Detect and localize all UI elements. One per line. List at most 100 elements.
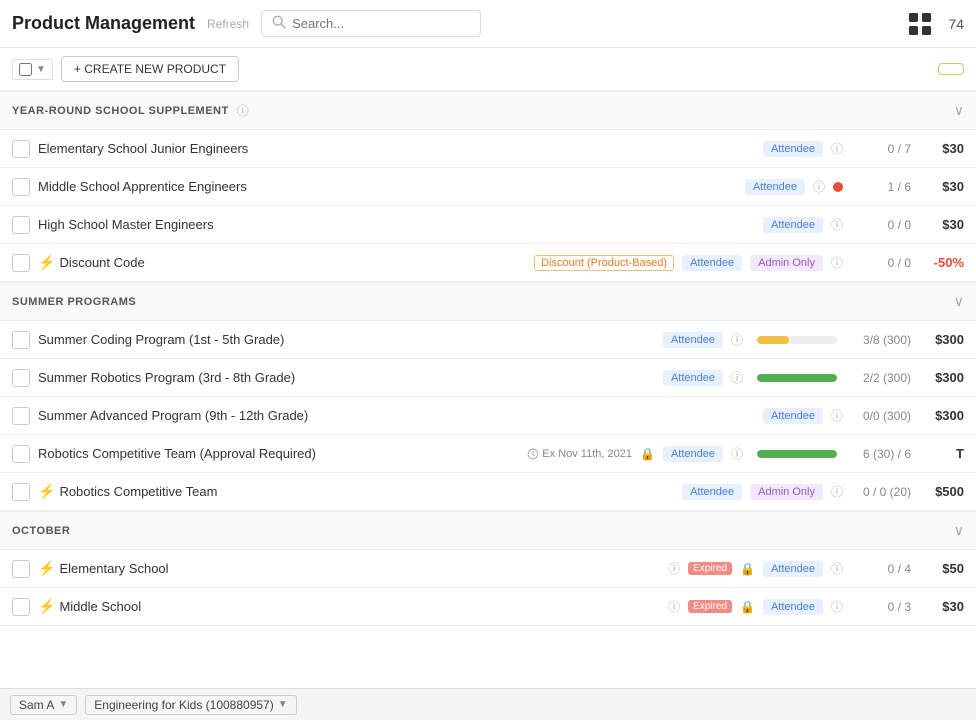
row-checkbox[interactable] — [12, 407, 30, 425]
product-row: High School Master Engineers Attendee ⓘ … — [0, 206, 976, 244]
capacity: 0 / 0 — [851, 256, 911, 270]
section-title: OCTOBER — [12, 525, 70, 537]
price: $300 — [919, 370, 964, 385]
product-name: Middle School Apprentice Engineers — [38, 179, 745, 194]
info-icon[interactable]: ⓘ — [831, 140, 843, 157]
info-icon[interactable]: ⓘ — [831, 598, 843, 615]
row-right: Attendee ⓘ 0 / 7 $30 — [763, 140, 964, 157]
row-right: Ex Nov 11th, 2021 🔒 Attendee ⓘ 6 (30) / … — [527, 445, 964, 462]
info-icon[interactable]: ⓘ — [813, 178, 825, 195]
user-name: Sam A — [19, 698, 54, 712]
row-checkbox[interactable] — [12, 216, 30, 234]
row-left: ⚡ Discount Code — [12, 254, 534, 272]
badge-attendee: Attendee — [682, 255, 742, 271]
row-checkbox[interactable] — [12, 254, 30, 272]
product-row: Summer Advanced Program (9th - 12th Grad… — [0, 397, 976, 435]
tools-button[interactable] — [938, 63, 964, 75]
notification-count: 74 — [948, 16, 964, 32]
badge-attendee: Attendee — [663, 446, 723, 462]
row-checkbox[interactable] — [12, 598, 30, 616]
price: $30 — [919, 599, 964, 614]
row-left: Middle School Apprentice Engineers — [12, 178, 745, 196]
info-icon[interactable]: ⓘ — [831, 483, 843, 500]
clock-icon — [527, 448, 539, 460]
select-all-checkbox[interactable]: ▼ — [12, 59, 53, 80]
row-checkbox[interactable] — [12, 445, 30, 463]
price: $30 — [919, 141, 964, 156]
row-right: Attendee ⓘ 3/8 (300) $300 — [663, 331, 964, 348]
row-checkbox[interactable] — [12, 369, 30, 387]
info-icon[interactable]: ⓘ — [831, 560, 843, 577]
row-checkbox[interactable] — [12, 331, 30, 349]
chevron-down-icon: ▼ — [36, 64, 46, 75]
product-name: Robotics Competitive Team (Approval Requ… — [38, 446, 527, 461]
badge-admin-only: Admin Only — [750, 255, 823, 271]
row-left: Robotics Competitive Team (Approval Requ… — [12, 445, 527, 463]
create-product-button[interactable]: + CREATE NEW PRODUCT — [61, 56, 239, 82]
chevron-down-icon: ▼ — [58, 699, 68, 710]
info-icon[interactable]: ⓘ — [831, 254, 843, 271]
price: T — [919, 446, 964, 461]
refresh-button[interactable]: Refresh — [207, 17, 249, 31]
product-row: Middle School Apprentice Engineers Atten… — [0, 168, 976, 206]
section-title: SUMMER PROGRAMS — [12, 296, 136, 308]
row-left: ⚡ Robotics Competitive Team — [12, 483, 682, 501]
page-title: Product Management — [12, 13, 195, 34]
product-row: ⚡ Discount Code Discount (Product-Based)… — [0, 244, 976, 282]
expire-date: Ex Nov 11th, 2021 — [527, 448, 632, 460]
info-icon[interactable]: ⓘ — [831, 407, 843, 424]
product-name: Discount Code — [59, 255, 534, 270]
lightning-icon: ⚡ — [38, 598, 55, 615]
lock-icon: 🔒 — [640, 447, 655, 461]
info-icon[interactable]: ⓘ — [668, 560, 680, 577]
checkbox-input[interactable] — [19, 63, 32, 76]
info-icon[interactable]: ⓘ — [731, 331, 743, 348]
badge-attendee: Attendee — [663, 332, 723, 348]
capacity: 0 / 3 — [851, 600, 911, 614]
section-summer-programs[interactable]: SUMMER PROGRAMS ∨ — [0, 282, 976, 321]
search-icon — [272, 15, 286, 32]
price: $30 — [919, 217, 964, 232]
header: Product Management Refresh 74 — [0, 0, 976, 48]
info-icon[interactable]: ⓘ — [731, 369, 743, 386]
lock-icon: 🔒 — [740, 562, 755, 576]
section-year-round[interactable]: YEAR-ROUND SCHOOL SUPPLEMENT ⓘ ∨ — [0, 91, 976, 130]
apps-icon[interactable] — [904, 8, 936, 40]
info-icon[interactable]: ⓘ — [731, 445, 743, 462]
progress-bar-container — [757, 336, 837, 344]
user-selector[interactable]: Sam A ▼ — [10, 695, 77, 715]
row-left: Summer Advanced Program (9th - 12th Grad… — [12, 407, 763, 425]
row-left: Summer Robotics Program (3rd - 8th Grade… — [12, 369, 663, 387]
search-input[interactable] — [292, 16, 470, 31]
badge-attendee: Attendee — [682, 484, 742, 500]
progress-bar — [757, 450, 837, 458]
badge-attendee: Attendee — [763, 408, 823, 424]
row-right: ⓘ Expired 🔒 Attendee ⓘ 0 / 3 $30 — [668, 598, 964, 615]
product-name: High School Master Engineers — [38, 217, 763, 232]
row-right: Discount (Product-Based) Attendee Admin … — [534, 254, 964, 271]
row-right: Attendee ⓘ 0/0 (300) $300 — [763, 407, 964, 424]
progress-bar — [757, 374, 837, 382]
price: $50 — [919, 561, 964, 576]
section-title: YEAR-ROUND SCHOOL SUPPLEMENT — [12, 105, 229, 117]
row-checkbox[interactable] — [12, 178, 30, 196]
row-checkbox[interactable] — [12, 560, 30, 578]
org-selector[interactable]: Engineering for Kids (100880957) ▼ — [85, 695, 296, 715]
progress-bar — [757, 336, 789, 344]
badge-attendee: Attendee — [663, 370, 723, 386]
row-left: Elementary School Junior Engineers — [12, 140, 763, 158]
toolbar: ▼ + CREATE NEW PRODUCT — [0, 48, 976, 91]
capacity: 0 / 7 — [851, 142, 911, 156]
row-checkbox[interactable] — [12, 140, 30, 158]
capacity: 1 / 6 — [851, 180, 911, 194]
section-chevron-icon: ∨ — [954, 293, 964, 310]
section-october[interactable]: OCTOBER ∨ — [0, 511, 976, 550]
info-icon[interactable]: ⓘ — [831, 216, 843, 233]
row-right: Attendee ⓘ 2/2 (300) $300 — [663, 369, 964, 386]
capacity: 0 / 0 — [851, 218, 911, 232]
info-icon[interactable]: ⓘ — [668, 598, 680, 615]
row-checkbox[interactable] — [12, 483, 30, 501]
product-name: Middle School — [59, 599, 668, 614]
section-info-icon[interactable]: ⓘ — [237, 102, 249, 119]
product-row: ⚡ Middle School ⓘ Expired 🔒 Attendee ⓘ 0… — [0, 588, 976, 626]
